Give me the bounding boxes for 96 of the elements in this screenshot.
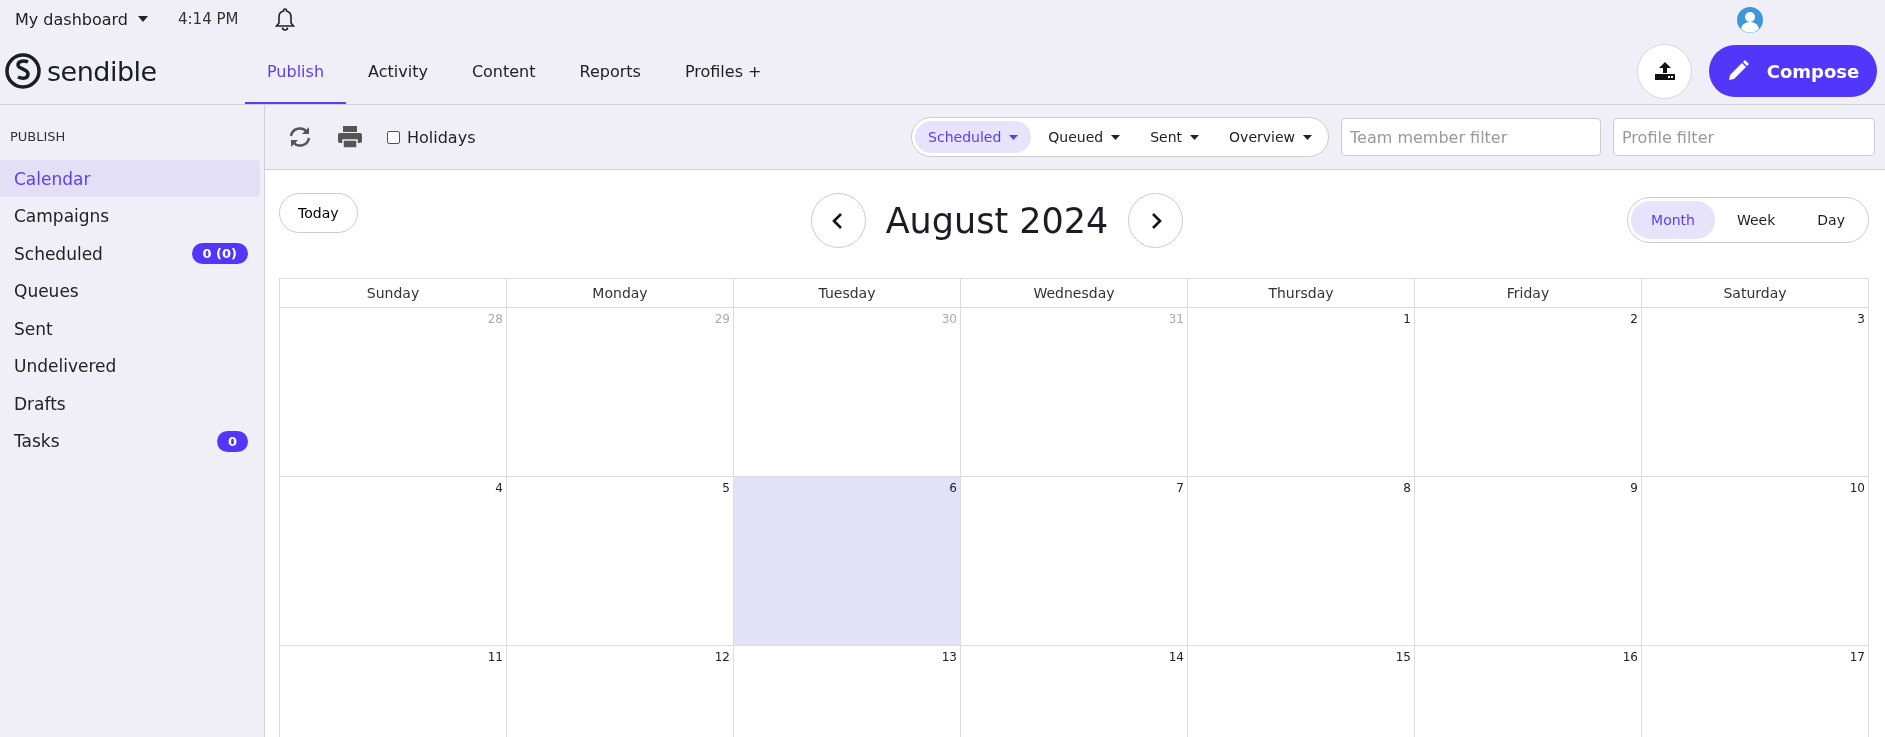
day-number: 31 [1168,312,1184,326]
today-button[interactable]: Today [279,193,358,233]
filter-dropdown[interactable]: Scheduled [915,121,1032,153]
item-label: Sent [14,318,53,339]
nav-tab[interactable]: Reports [557,38,663,104]
day-cell[interactable]: 2 [1415,308,1642,477]
brand-name: sendible [47,55,157,87]
bell-icon[interactable] [274,7,297,31]
team-member-filter[interactable]: Team member filter [1341,118,1601,156]
sidebar-item[interactable]: Undelivered [0,347,260,385]
item-label: Calendar [14,168,91,189]
item-label: Scheduled [14,243,103,264]
item-label: Queues [14,281,79,301]
sidebar-item[interactable]: Drafts [0,385,260,422]
sidebar-item[interactable]: Sent [0,310,260,347]
day-cell[interactable]: 7 [961,477,1188,646]
item-label: Drafts [14,393,66,414]
day-number: 1 [1403,312,1411,326]
nav-tab[interactable]: Activity [346,38,450,104]
filter-dropdown[interactable]: Sent [1137,121,1213,153]
day-number: 30 [941,312,957,326]
caret-icon [1009,134,1019,140]
logo-icon [5,53,41,89]
avatar-icon[interactable] [1737,7,1763,33]
day-number: 14 [1168,650,1184,664]
holidays-checkbox[interactable]: Holidays [387,127,476,147]
view-option[interactable]: Month [1631,201,1715,239]
day-number: 4 [495,481,503,495]
day-cell[interactable]: 13 [734,646,961,737]
weekday-header: Thursday [1188,279,1415,308]
view-option[interactable]: Week [1717,201,1796,239]
day-cell[interactable]: 8 [1188,477,1415,646]
day-cell[interactable]: 15 [1188,646,1415,737]
sidebar-item[interactable]: Queues [0,272,260,310]
sidebar-item[interactable]: Campaigns [0,197,260,235]
day-number: 12 [714,650,730,664]
day-cell[interactable]: 16 [1415,646,1642,737]
weekday-header: Monday [507,279,734,308]
caret-icon [1303,134,1312,140]
compose-button[interactable]: Compose [1709,45,1877,97]
weekday-header: Saturday [1642,279,1869,308]
nav-tab[interactable]: Profiles + [662,38,784,104]
caret-icon[interactable] [138,16,148,22]
day-cell[interactable]: 4 [280,477,507,646]
calendar-title: August 2024 [884,200,1110,241]
weekday-header: Tuesday [734,279,961,308]
count-badge: 0 [216,430,248,452]
day-number: 7 [1176,481,1184,495]
caret-icon [1190,134,1200,140]
day-number: 3 [1857,312,1865,326]
day-number: 6 [949,481,957,495]
pencil-icon [1726,60,1749,82]
day-number: 15 [1395,650,1411,664]
filter-dropdown[interactable]: Queued [1035,121,1134,153]
weekday-header: Sunday [280,279,507,308]
clock-time: 4:14 PM [178,10,239,28]
dashboard-selector[interactable]: My dashboard [15,9,128,29]
day-number: 29 [714,312,730,326]
nav-tab[interactable]: Publish [245,38,347,104]
day-cell[interactable]: 11 [280,646,507,737]
day-cell[interactable]: 17 [1642,646,1869,737]
nav-tab[interactable]: Content [449,38,558,104]
day-number: 10 [1849,481,1865,495]
sidebar-heading: PUBLISH [9,128,67,146]
sidebar-item[interactable]: Calendar [0,160,260,197]
day-number: 9 [1630,481,1638,495]
day-cell[interactable]: 3 [1642,308,1869,477]
day-number: 11 [487,650,503,664]
view-option[interactable]: Day [1797,201,1865,239]
profile-filter[interactable]: Profile filter [1613,118,1875,156]
item-label: Campaigns [14,206,110,226]
upload-icon [1653,62,1676,80]
weekday-header: Wednesday [961,279,1188,308]
day-number: 28 [487,312,503,326]
print-icon[interactable] [337,125,363,149]
sidebar-item[interactable]: Tasks 0 [0,422,260,460]
refresh-icon[interactable] [287,125,313,149]
caret-icon [1111,134,1121,140]
filter-dropdown[interactable]: Overview [1216,121,1325,153]
sidebar-item[interactable]: Scheduled 0 (0) [0,235,260,272]
item-label: Tasks [14,431,60,451]
day-cell[interactable]: 12 [507,646,734,737]
day-cell[interactable]: 10 [1642,477,1869,646]
day-cell[interactable]: 14 [961,646,1188,737]
count-badge: 0 (0) [191,243,248,264]
day-number: 8 [1403,481,1411,495]
weekday-header: Friday [1415,279,1642,308]
day-number: 17 [1849,650,1865,664]
item-label: Undelivered [14,356,117,376]
day-number: 13 [941,650,957,664]
day-number: 5 [722,481,730,495]
day-cell[interactable]: 1 [1188,308,1415,477]
day-cell[interactable]: 6 [734,477,961,646]
day-cell[interactable]: 9 [1415,477,1642,646]
day-number: 2 [1630,312,1638,326]
day-number: 16 [1622,650,1638,664]
